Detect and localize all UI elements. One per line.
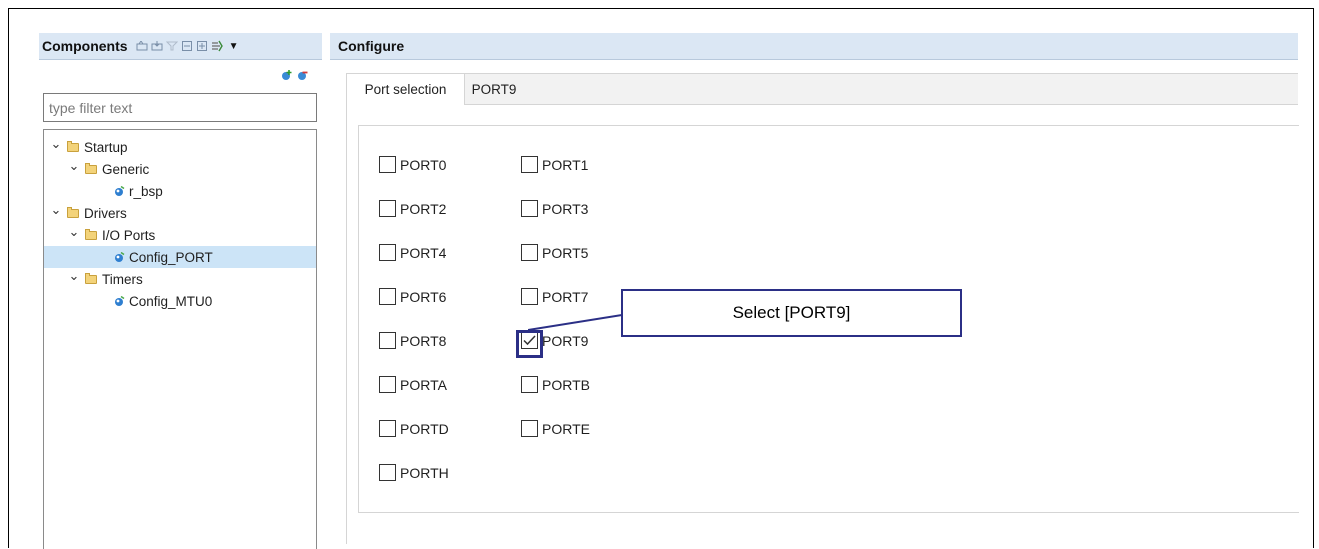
port-label: PORTB [542,376,590,393]
generate-icon[interactable] [211,40,223,52]
add-component-icon[interactable] [281,69,292,80]
tab-port9[interactable]: PORT9 [465,74,523,105]
port-label: PORTA [400,376,447,393]
tree-item-label: Generic [102,161,150,177]
checkbox[interactable] [521,376,538,393]
port-label: PORT9 [542,332,589,349]
port-checkbox-port8[interactable]: PORT8 [379,332,446,349]
tab-port-selection[interactable]: Port selection [347,74,465,105]
port-label: PORT7 [542,288,589,305]
tree-item-label: r_bsp [129,183,163,199]
port-checkbox-porth[interactable]: PORTH [379,464,449,481]
tree-item-label: Config_PORT [129,249,213,265]
callout-select-port9: Select [PORT9] [621,289,962,337]
port-label: PORTD [400,420,449,437]
minus-icon[interactable] [181,40,193,52]
port-label: PORT0 [400,156,447,173]
tree-item-config-port[interactable]: Config_PORT [44,246,316,268]
checkbox[interactable] [379,332,396,349]
plus-icon[interactable] [196,40,208,52]
port-label: PORT6 [400,288,447,305]
chevron-down-icon[interactable]: ⌄ [68,225,80,238]
configure-title: Configure [338,38,405,54]
configure-panel: Configure Port selection PORT9 PORT0 PORT… [330,33,1299,544]
checkbox[interactable] [521,244,538,261]
port-label: PORT8 [400,332,447,349]
port-checkbox-port9[interactable]: PORT9 [521,332,588,349]
tree-item-label: Startup [84,139,128,155]
checkbox[interactable] [521,420,538,437]
tree-item-drivers[interactable]: ⌄ Drivers [50,202,127,224]
port-label: PORTH [400,464,449,481]
port-checkbox-port5[interactable]: PORT5 [521,244,588,261]
expand-icon[interactable] [136,40,148,52]
checkbox[interactable] [521,156,538,173]
tree-tools [281,69,308,80]
tree-item-label: Drivers [84,205,127,221]
port-label: PORT4 [400,244,447,261]
tree-item-r-bsp[interactable]: r_bsp [114,180,163,202]
port-checkbox-port1[interactable]: PORT1 [521,156,588,173]
port-checkbox-port0[interactable]: PORT0 [379,156,446,173]
checkbox[interactable] [521,288,538,305]
port-checkbox-port2[interactable]: PORT2 [379,200,446,217]
chevron-down-icon[interactable]: ⌄ [50,137,62,150]
tree-item-i-o-ports[interactable]: ⌄ I/O Ports [68,224,156,246]
remove-component-icon[interactable] [297,69,308,80]
port-checkbox-porte[interactable]: PORTE [521,420,590,437]
folder-icon [67,140,79,152]
port-checkbox-portd[interactable]: PORTD [379,420,449,437]
port-checkbox-port4[interactable]: PORT4 [379,244,446,261]
checkbox[interactable] [379,420,396,437]
component-icon [114,251,125,263]
port-checkbox-portb[interactable]: PORTB [521,376,590,393]
components-header: Components ▼ [39,33,322,60]
port-checkbox-port6[interactable]: PORT6 [379,288,446,305]
folder-icon [85,162,97,174]
checkbox[interactable] [379,244,396,261]
tree-item-config-mtu0[interactable]: Config_MTU0 [114,290,212,312]
tree-item-label: I/O Ports [102,227,156,243]
component-tree: ⌄ Startup ⌄ Generic r_bsp ⌄ Drivers ⌄ I/O Ports C… [43,129,317,549]
folder-icon [85,272,97,284]
port-checkbox-port7[interactable]: PORT7 [521,288,588,305]
tree-item-generic[interactable]: ⌄ Generic [68,158,150,180]
view-menu-icon[interactable]: ▼ [229,41,239,52]
checkbox[interactable] [379,200,396,217]
checkbox[interactable] [521,200,538,217]
components-panel: Components ▼ type filter text ⌄ Startup … [39,33,322,549]
port-label: PORT3 [542,200,589,217]
checkbox[interactable] [379,156,396,173]
collapse-icon[interactable] [151,40,163,52]
chevron-down-icon[interactable]: ⌄ [50,203,62,216]
component-icon [114,185,125,197]
checkbox[interactable] [379,464,396,481]
checkbox[interactable] [379,376,396,393]
port-label: PORTE [542,420,590,437]
tree-item-startup[interactable]: ⌄ Startup [50,136,128,158]
chevron-down-icon[interactable]: ⌄ [68,269,80,282]
port-checkbox-port3[interactable]: PORT3 [521,200,588,217]
filter-icon[interactable] [165,40,178,52]
tree-item-timers[interactable]: ⌄ Timers [68,268,143,290]
checkbox-checked[interactable] [521,332,538,349]
configure-header: Configure [330,33,1298,60]
components-toolbar: ▼ [136,40,239,52]
tab-bar: Port selection PORT9 [346,73,1298,105]
filter-input[interactable] [43,93,317,122]
port-label: PORT1 [542,156,589,173]
component-icon [114,295,125,307]
folder-icon [85,228,97,240]
tree-item-label: Timers [102,271,143,287]
chevron-down-icon[interactable]: ⌄ [68,159,80,172]
port-label: PORT5 [542,244,589,261]
folder-icon [67,206,79,218]
checkbox[interactable] [379,288,396,305]
checkmark-icon [523,335,536,346]
port-checkbox-porta[interactable]: PORTA [379,376,447,393]
components-title: Components [42,38,128,54]
tree-item-label: Config_MTU0 [129,293,213,309]
port-label: PORT2 [400,200,447,217]
